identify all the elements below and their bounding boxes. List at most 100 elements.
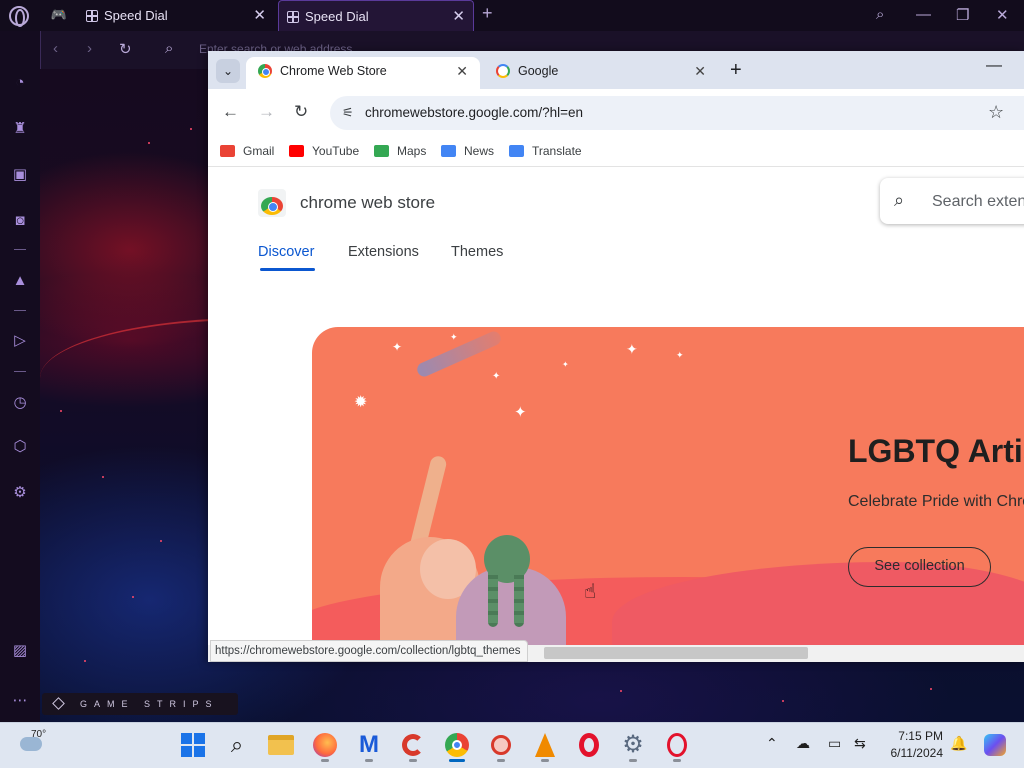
bookmark-label: Translate [532,144,582,158]
wallpaper-image-icon[interactable]: ▨ [10,641,30,661]
running-indicator [321,759,329,762]
hero-title: LGBTQ Artists [848,433,1024,469]
discord-icon[interactable]: ◙ [10,211,30,231]
new-tab-plus-icon[interactable]: + [730,59,742,81]
url-text[interactable]: chromewebstore.google.com/?hl=en [365,105,583,120]
forward-arrow-icon[interactable]: → [258,102,275,122]
bookmark-label: Gmail [243,144,275,158]
minimize-icon[interactable]: — [916,6,931,23]
sidebar-divider [14,371,26,372]
running-indicator [497,759,505,762]
minimize-icon[interactable]: — [986,57,1002,75]
clock-date[interactable]: 6/11/2024 [881,746,944,760]
restore-icon[interactable]: ❐ [956,6,969,24]
nav-themes[interactable]: Themes [451,244,503,260]
nav-extensions[interactable]: Extensions [348,244,419,260]
omnibox[interactable]: ⚟ chromewebstore.google.com/?hl=en ☆ [330,96,1024,130]
bookmark-youtube[interactable]: YouTube [289,143,359,159]
sparkle-icon: ✦ [562,360,569,369]
chrome-web-store-logo-icon[interactable] [258,189,286,217]
sparkle-icon: ✹ [354,394,368,411]
gamepad-icon[interactable]: 🎮 [50,6,68,24]
horizontal-scrollbar-thumb[interactable] [544,647,808,659]
opera-tab[interactable]: Speed Dial ✕ [78,0,274,31]
opera-tab-title: Speed Dial [104,8,168,23]
forward-icon[interactable]: › [87,40,92,57]
opera-icon[interactable] [575,731,603,759]
notification-bell-icon[interactable]: 🔔 [950,735,967,752]
wallpaper-star [84,660,86,662]
store-title[interactable]: chrome web store [300,193,435,213]
game-strips-bar[interactable]: GAME STRIPS [42,693,238,715]
new-tab-plus-icon[interactable]: + [482,3,493,24]
aria-icon[interactable]: ▲ [10,271,30,291]
malwarebytes-icon[interactable]: M [355,731,383,759]
close-icon[interactable]: ✕ [452,1,465,32]
search-input[interactable]: Search extensions [932,193,1024,211]
reload-icon[interactable]: ↻ [119,40,132,58]
illustration-braid [488,567,498,627]
tab-title: Google [518,64,559,78]
wallpaper-star [148,142,150,144]
copilot-icon[interactable] [981,731,1009,759]
extensions-cube-icon[interactable]: ⬡ [10,437,30,457]
back-arrow-icon[interactable]: ← [222,102,239,122]
chrome-tab-strip: ⌄ Chrome Web Store ✕ Google ✕ + — [208,51,1024,89]
bookmark-maps[interactable]: Maps [374,143,426,159]
settings-gear-icon[interactable]: ⚙ [619,731,647,759]
sidebar-divider [14,249,26,250]
bookmark-news[interactable]: News [441,143,494,159]
search-icon: ⌕ [894,190,905,210]
ccleaner-icon[interactable] [399,731,427,759]
google-favicon-icon [496,64,510,78]
windows-logo-icon [181,733,205,757]
hero-banner[interactable]: ✦ ✦ ✦ ✦ ✦ ✦ ✹ ✦ LGBTQ Artists Celebrate … [312,327,1024,662]
vlc-icon[interactable] [531,731,559,759]
chrome-web-store-favicon-icon [258,64,272,78]
close-icon[interactable]: ✕ [694,57,706,85]
running-indicator [409,759,417,762]
search-icon[interactable]: ⌕ [876,6,884,23]
tab-google[interactable]: Google ✕ [484,57,718,89]
tab-chrome-web-store[interactable]: Chrome Web Store ✕ [246,57,480,89]
chevron-up-icon[interactable]: ⌃ [766,735,778,752]
clock-time[interactable]: 7:15 PM [883,729,943,743]
display-icon[interactable]: ▭ [828,735,841,752]
more-icon[interactable]: ⋯ [10,691,30,711]
history-icon[interactable]: ◷ [10,393,30,413]
opera-menu-icon[interactable] [9,6,29,27]
chrome-taskbar-icon[interactable] [443,731,471,759]
close-icon[interactable]: ✕ [253,0,266,31]
wallpaper-star [620,690,622,692]
close-icon[interactable]: ✕ [456,57,468,85]
start-button[interactable] [179,731,207,759]
onedrive-offline-icon[interactable]: ☁ [796,735,810,752]
nav-discover[interactable]: Discover [258,244,314,260]
opera-tab-active[interactable]: Speed Dial ✕ [278,0,474,31]
sparkle-icon: ✦ [450,332,458,342]
firefox-icon[interactable] [311,731,339,759]
bookmark-translate[interactable]: Translate [509,143,582,159]
file-explorer-icon[interactable] [267,731,295,759]
app-icon[interactable] [487,731,515,759]
tab-search-chevron-icon[interactable]: ⌄ [216,59,240,83]
close-window-icon[interactable]: ✕ [996,6,1009,24]
store-search-box[interactable]: ⌕ Search extensions [880,178,1024,224]
back-icon[interactable]: ‹ [53,40,58,57]
twitch-icon[interactable]: ▣ [10,165,30,185]
see-collection-button[interactable]: See collection [848,547,991,587]
search-icon[interactable]: ⌕ [223,731,251,759]
bookmark-gmail[interactable]: Gmail [220,143,274,159]
wallpaper-star [930,688,932,690]
bookmark-star-icon[interactable]: ☆ [988,102,1004,123]
game-strips-icon [52,697,65,710]
site-info-tune-icon[interactable]: ⚟ [342,105,358,121]
opera-gx-icon[interactable] [663,731,691,759]
gx-control-icon[interactable]: ◔ [10,73,30,93]
network-icon[interactable]: ⇆ [854,735,866,752]
player-icon[interactable]: ▷ [10,331,30,351]
settings-gear-icon[interactable]: ⚙ [10,483,30,503]
reload-icon[interactable]: ↻ [294,102,308,122]
gx-corner-icon[interactable]: ♜ [10,119,30,139]
weather-temperature[interactable]: 70° [31,729,46,740]
